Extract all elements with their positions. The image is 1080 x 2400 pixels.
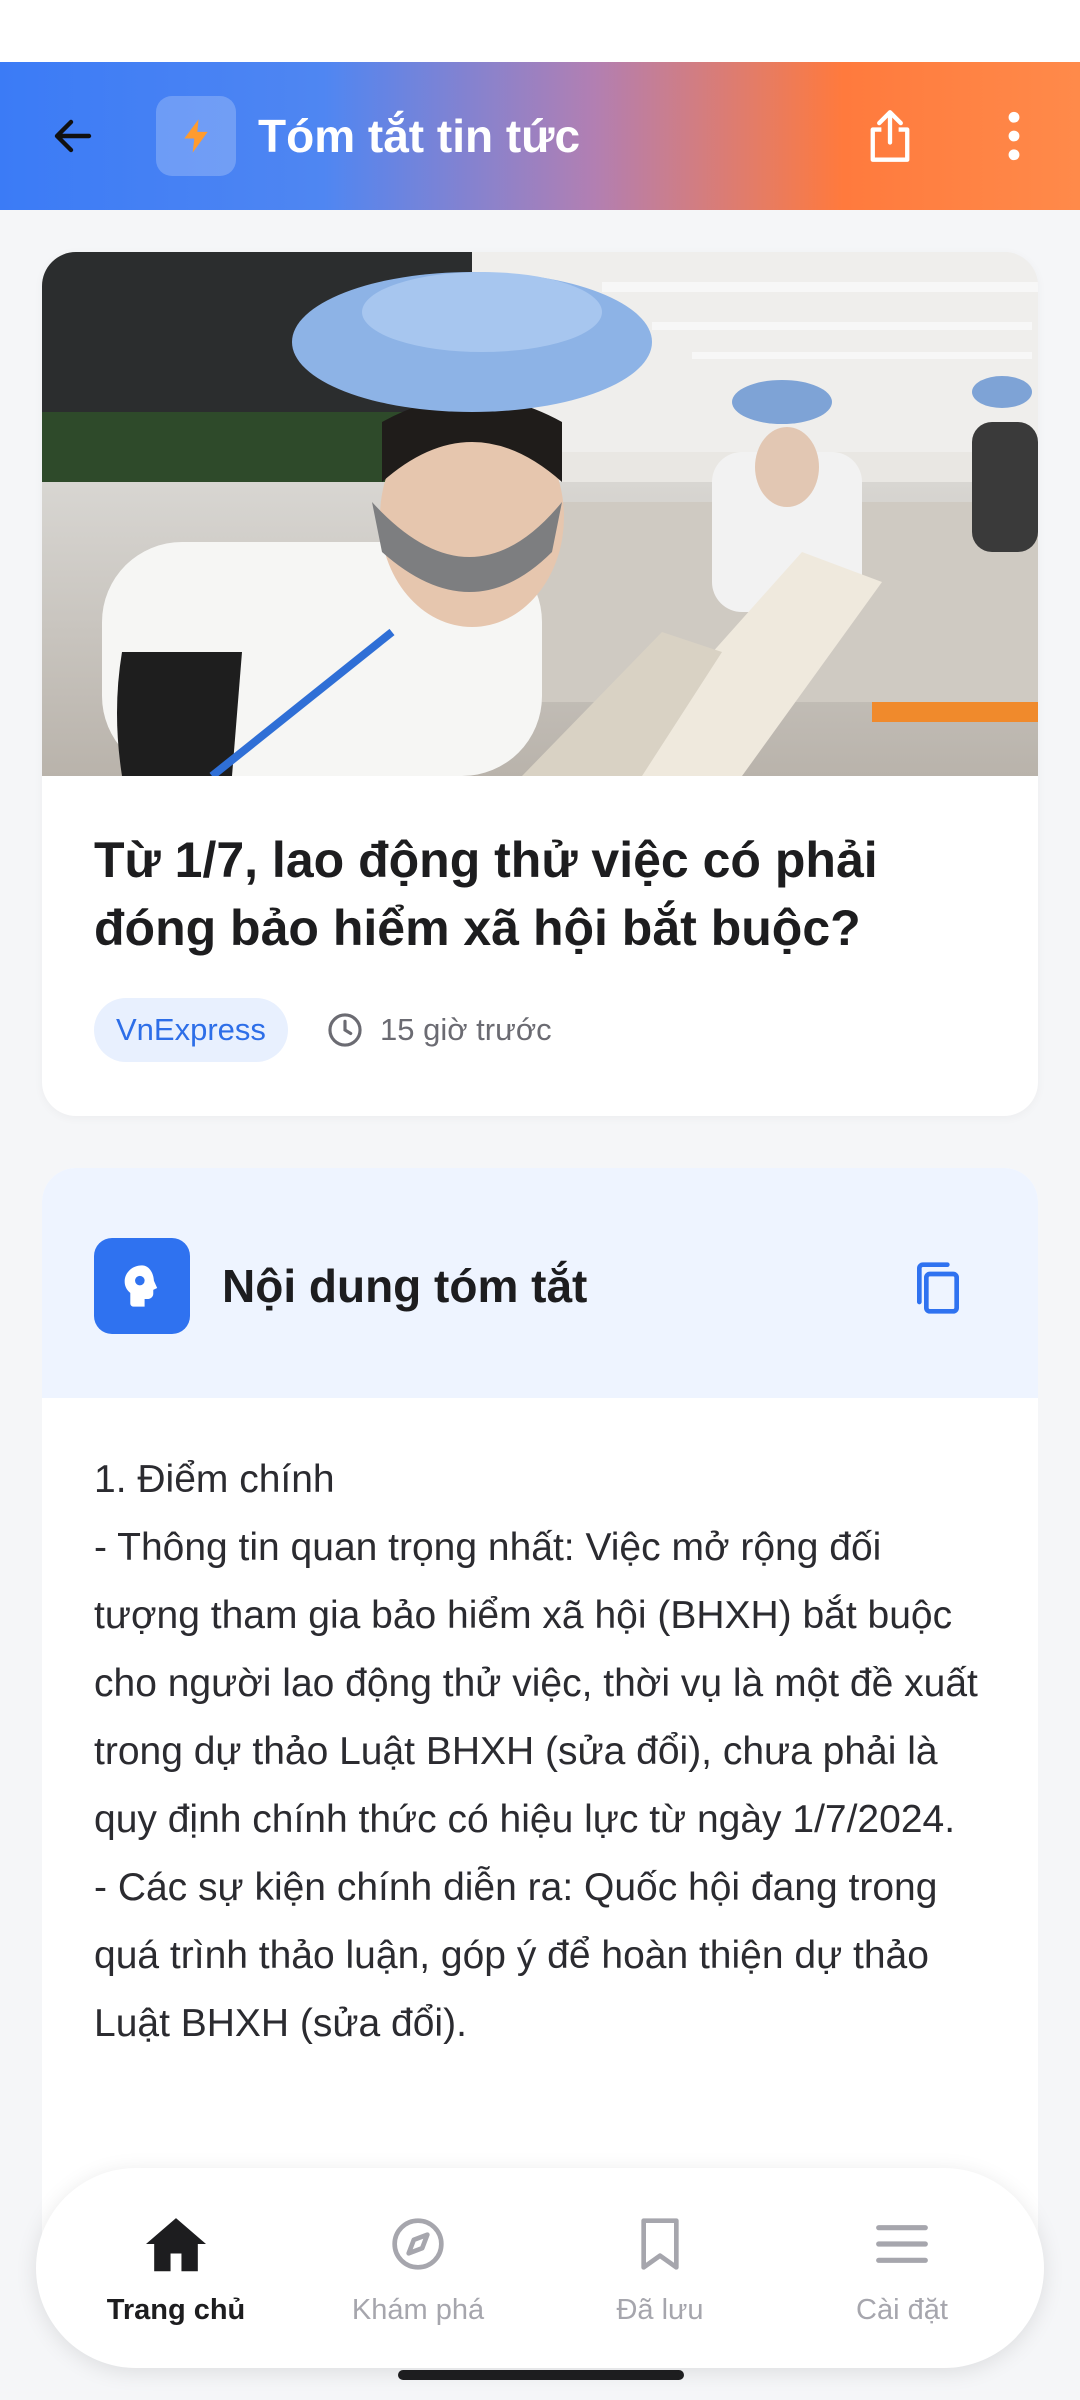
article-card[interactable]: Từ 1/7, lao động thử việc có phải đóng b… [42,252,1038,1116]
nav-item-saved[interactable]: Đã lưu [540,2168,780,2368]
clock-icon [328,1013,362,1047]
lightning-icon [184,119,208,153]
source-badge[interactable]: VnExpress [94,998,288,1062]
home-icon [136,2204,216,2284]
summary-line: 1. Điểm chính [94,1458,335,1501]
bottom-navigation: Trang chủ Khám phá Đã lưu Cài đặt [36,2168,1044,2368]
ai-summary-badge [94,1238,190,1334]
article-hero-image [42,252,1038,776]
app-title: Tóm tắt tin tức [258,110,581,162]
summary-text: 1. Điểm chính - Thông tin quan trọng nhấ… [94,1446,994,2058]
share-button[interactable] [848,94,932,178]
brain-icon [124,1265,158,1307]
nav-item-home[interactable]: Trang chủ [56,2168,296,2368]
more-options-button[interactable] [972,94,1056,178]
home-indicator [398,2370,684,2380]
nav-label-home: Trang chủ [106,2294,246,2326]
copy-icon [917,1262,959,1314]
nav-label-settings: Cài đặt [856,2294,948,2326]
copy-button[interactable] [898,1248,978,1328]
menu-icon [862,2204,942,2284]
summary-line: - Các sự kiện chính diễn ra: Quốc hội đa… [94,1866,938,2045]
more-vertical-icon [1008,111,1020,161]
share-icon [870,110,910,162]
article-timestamp: 15 giờ trước [326,998,552,1062]
summary-header: Nội dung tóm tắt [42,1168,1038,1398]
nav-item-settings[interactable]: Cài đặt [782,2168,1022,2368]
bookmark-icon [620,2204,700,2284]
summary-card: Nội dung tóm tắt 1. Điểm chính - Thông t… [42,1168,1038,2268]
compass-icon [378,2204,458,2284]
nav-label-saved: Đã lưu [616,2294,704,2326]
app-bar: Tóm tắt tin tức [0,62,1080,210]
summary-title: Nội dung tóm tắt [222,1260,588,1312]
nav-label-explore: Khám phá [351,2294,485,2326]
article-headline[interactable]: Từ 1/7, lao động thử việc có phải đóng b… [94,826,994,962]
nav-item-explore[interactable]: Khám phá [298,2168,538,2368]
summary-line: - Thông tin quan trọng nhất: Việc mở rộn… [94,1526,978,1841]
status-bar [0,0,1080,62]
app-logo-badge [156,96,236,176]
back-button[interactable] [28,96,118,176]
time-ago-text: 15 giờ trước [380,1012,552,1047]
arrow-left-icon [54,119,92,153]
